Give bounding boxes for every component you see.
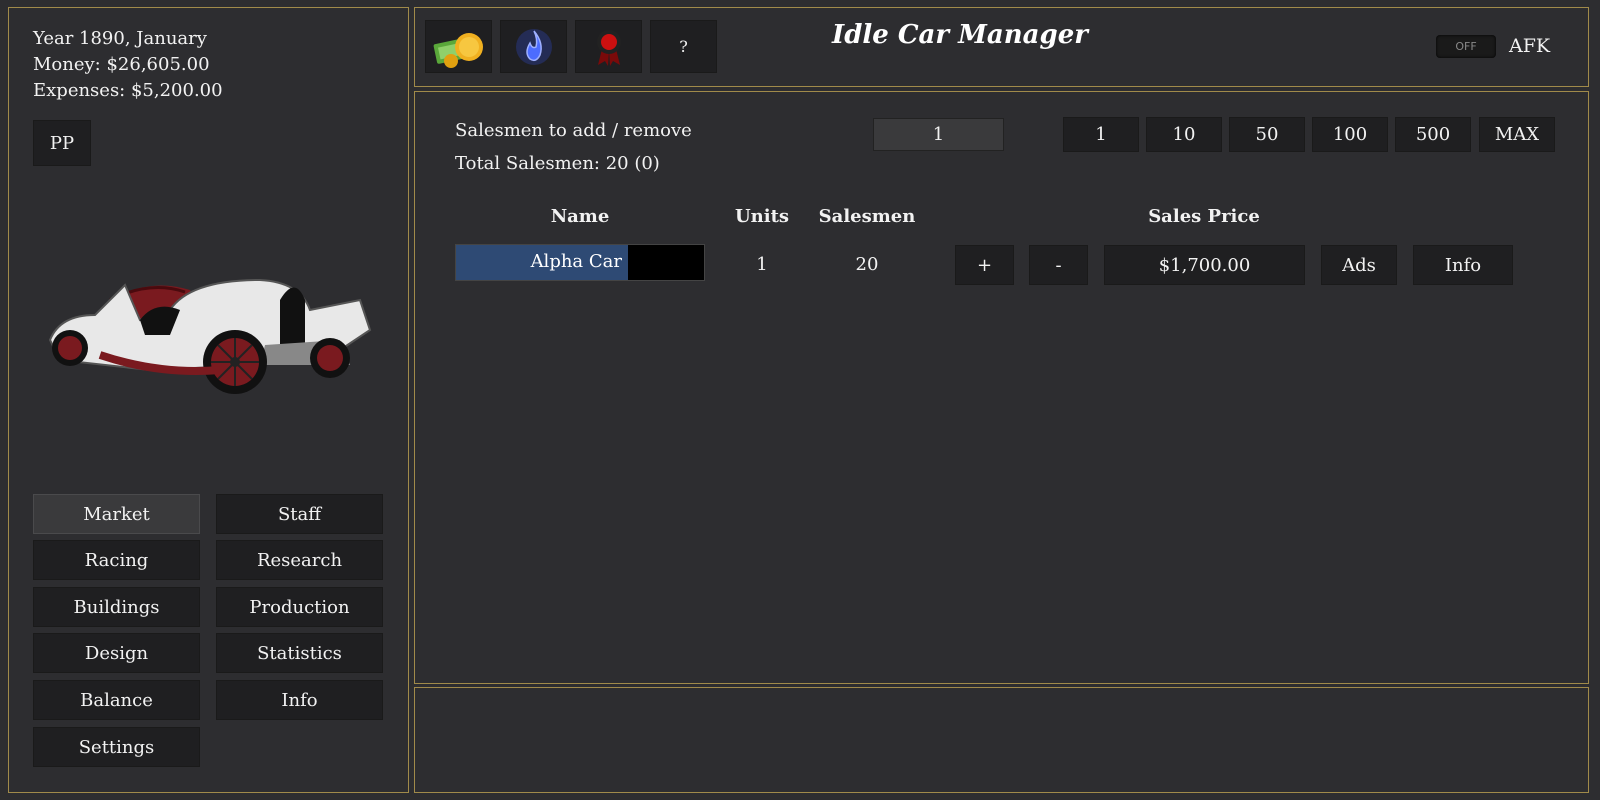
add-salesmen-button[interactable]: + [955, 245, 1014, 285]
header-units: Units [734, 206, 790, 227]
app-title: Idle Car Manager [832, 20, 1088, 50]
nav-settings-button[interactable]: Settings [33, 727, 200, 767]
total-salesmen-label: Total Salesmen: 20 (0) [455, 153, 660, 174]
nav-research-button[interactable]: Research [216, 540, 383, 580]
nav-buildings-button[interactable]: Buildings [33, 587, 200, 627]
car-info-button[interactable]: Info [1413, 245, 1513, 285]
car-units: 1 [756, 254, 768, 275]
nav-staff-button[interactable]: Staff [216, 494, 383, 534]
flame-button[interactable] [500, 20, 567, 73]
nav-market-button[interactable]: Market [33, 494, 200, 534]
blue-flame-icon [515, 28, 552, 65]
amount-10-button[interactable]: 10 [1146, 117, 1222, 152]
help-button[interactable]: ? [650, 20, 717, 73]
remove-salesmen-button[interactable]: - [1029, 245, 1088, 285]
car-name-text: Alpha Car [530, 251, 622, 272]
money-shop-button[interactable] [425, 20, 492, 73]
amount-max-button[interactable]: MAX [1479, 117, 1555, 152]
amount-500-button[interactable]: 500 [1395, 117, 1471, 152]
pp-button[interactable]: PP [33, 120, 91, 166]
header-sales-price: Sales Price [1148, 206, 1260, 227]
afk-toggle[interactable]: OFF [1436, 35, 1496, 58]
awards-button[interactable] [575, 20, 642, 73]
nav-design-button[interactable]: Design [33, 633, 200, 673]
nav-info-button[interactable]: Info [216, 680, 383, 720]
amount-50-button[interactable]: 50 [1229, 117, 1305, 152]
header-name: Name [550, 206, 610, 227]
award-ribbon-icon [596, 29, 621, 66]
car-salesmen: 20 [855, 254, 879, 275]
afk-label: AFK [1509, 35, 1551, 57]
date-text: Year 1890, January [33, 28, 207, 49]
nav-production-button[interactable]: Production [216, 587, 383, 627]
main-panel [414, 91, 1589, 684]
nav-racing-button[interactable]: Racing [33, 540, 200, 580]
salesmen-add-remove-label: Salesmen to add / remove [455, 120, 692, 141]
amount-100-button[interactable]: 100 [1312, 117, 1388, 152]
salesmen-amount-input[interactable]: 1 [873, 118, 1004, 151]
car-illustration [48, 278, 372, 394]
nav-statistics-button[interactable]: Statistics [216, 633, 383, 673]
expenses-text: Expenses: $5,200.00 [33, 80, 223, 101]
money-icon [433, 32, 483, 68]
header-salesmen: Salesmen [818, 206, 916, 227]
amount-1-button[interactable]: 1 [1063, 117, 1139, 152]
car-name-field[interactable]: Alpha Car [455, 244, 705, 281]
nav-balance-button[interactable]: Balance [33, 680, 200, 720]
afk-toggle-state: OFF [1455, 40, 1477, 53]
bottom-panel [414, 687, 1589, 793]
money-text: Money: $26,605.00 [33, 54, 210, 75]
sales-price-button[interactable]: $1,700.00 [1104, 245, 1305, 285]
ads-button[interactable]: Ads [1321, 245, 1397, 285]
